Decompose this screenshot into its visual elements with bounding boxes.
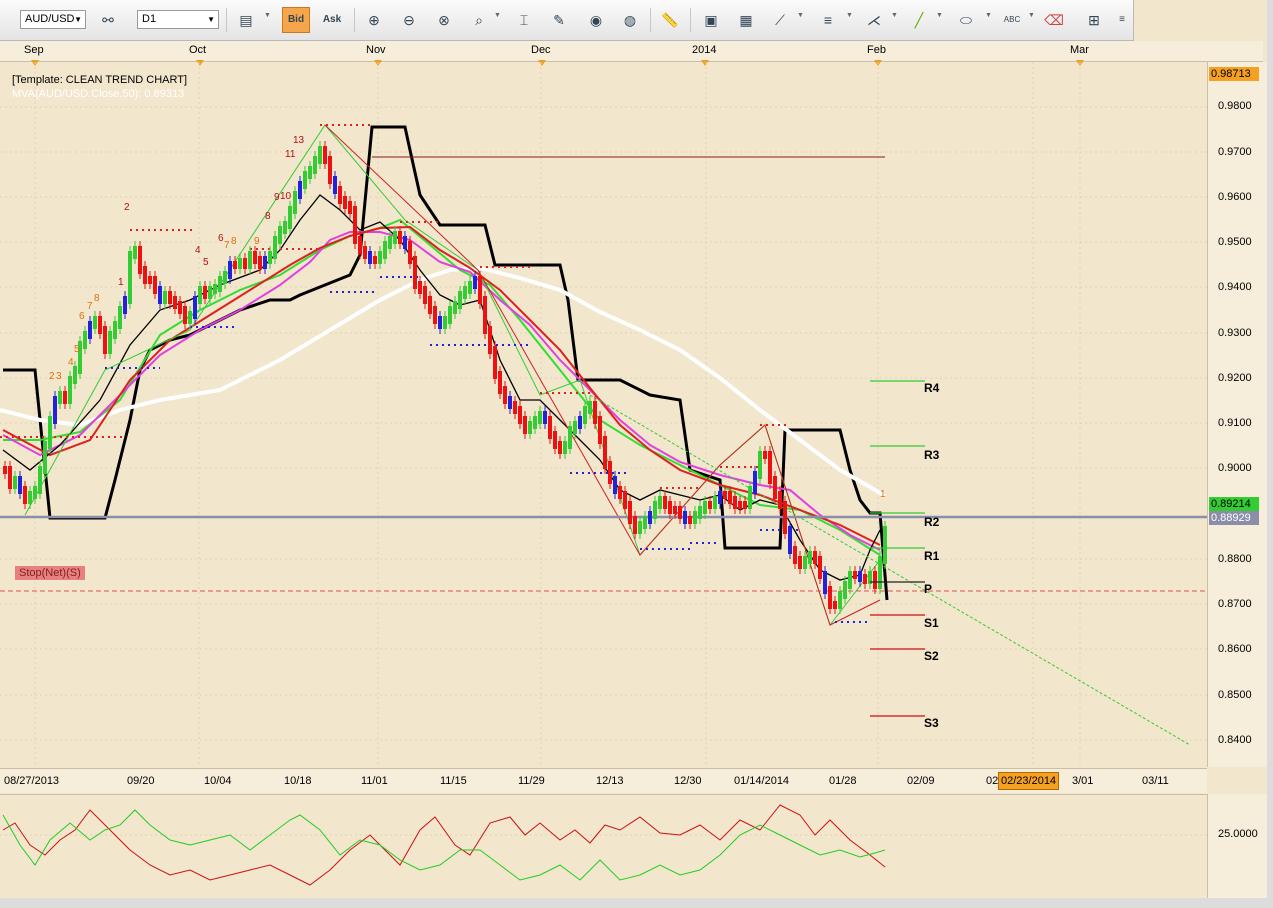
count-label: 10	[280, 191, 292, 202]
price-tick: 0.9100	[1218, 417, 1252, 429]
count-label: 2	[49, 371, 55, 382]
count-label: 9	[254, 236, 260, 247]
pivot-label-s3: S3	[924, 716, 939, 730]
count-label: 5	[74, 344, 80, 355]
count-label: 7	[87, 301, 93, 312]
date-tick: 10/04	[204, 775, 232, 787]
stop-order-label[interactable]: Stop(Net)(S)	[15, 566, 85, 580]
vertical-scrollbar[interactable]	[1267, 0, 1273, 908]
price-tick: 0.9400	[1218, 281, 1252, 293]
price-high-marker: 0.98713	[1209, 67, 1259, 81]
count-label: 8	[231, 236, 237, 247]
count-label: 1	[880, 489, 886, 500]
date-tick: 08/27/2013	[4, 775, 60, 787]
price-tick: 0.8600	[1218, 643, 1252, 655]
pivot-label-r1: R1	[924, 549, 940, 563]
pivot-label-r4: R4	[924, 381, 940, 395]
date-tick: 12/13	[596, 775, 624, 787]
pivot-label-s2: S2	[924, 649, 939, 663]
price-tick: 0.9300	[1218, 327, 1252, 339]
date-tick: 09/20	[127, 775, 155, 787]
oscillator-panel[interactable]	[0, 794, 1207, 899]
price-tick: 0.9700	[1218, 146, 1252, 158]
price-tick: 0.8800	[1218, 553, 1252, 565]
date-tick: 02	[986, 775, 999, 787]
price-tick: 0.9800	[1218, 100, 1252, 112]
price-tick: 0.9200	[1218, 372, 1252, 384]
count-label: 6	[218, 233, 224, 244]
count-label: 4	[68, 357, 74, 368]
date-tick: 02/09	[907, 775, 935, 787]
pivot-label-r2: R2	[924, 515, 940, 529]
count-label: 7	[224, 240, 230, 251]
price-tick: 0.9600	[1218, 191, 1252, 203]
date-tick: 3/01	[1072, 775, 1094, 787]
oscillator-level-label: 25.0000	[1218, 828, 1258, 840]
price-tick: 0.9000	[1218, 462, 1252, 474]
count-label: 3	[56, 371, 62, 382]
count-label: 2	[124, 202, 130, 213]
oscillator-axis: 25.0000	[1207, 794, 1268, 898]
date-tick: 01/14/2014	[734, 775, 790, 787]
date-tick: 11/15	[440, 775, 467, 787]
count-label: 1	[118, 277, 124, 288]
date-tick: 12/30	[674, 775, 702, 787]
cursor-date-marker: 02/23/2014	[998, 772, 1060, 790]
count-label: 13	[293, 135, 305, 146]
count-label: 11	[285, 149, 296, 160]
price-tick: 0.9500	[1218, 236, 1252, 248]
pivot-label-s1: S1	[924, 616, 939, 630]
count-label: 8	[94, 293, 100, 304]
price-axis[interactable]: 0.9800 0.9700 0.9600 0.9500 0.9400 0.930…	[1207, 62, 1268, 767]
count-label: 5	[203, 257, 209, 268]
current-bid-marker: 0.89214	[1209, 497, 1259, 511]
date-tick: 03/11	[1142, 775, 1169, 787]
count-label: 8	[265, 211, 271, 222]
count-label: 4	[195, 245, 201, 256]
date-tick: 10/18	[284, 775, 312, 787]
date-tick: 11/01	[361, 775, 388, 787]
date-tick: 01/28	[829, 775, 857, 787]
price-tick: 0.8500	[1218, 689, 1252, 701]
price-tick: 0.8700	[1218, 598, 1252, 610]
date-axis[interactable]: 08/27/2013 09/20 10/04 10/18 11/01 11/15…	[0, 768, 1207, 793]
pivot-label-r3: R3	[924, 448, 940, 462]
pivot-label-p: P	[924, 582, 933, 596]
template-label: [Template: CLEAN TREND CHART]	[12, 74, 188, 86]
price-line-marker: 0.88929	[1209, 511, 1259, 525]
price-tick: 0.8400	[1218, 734, 1252, 746]
date-tick: 11/29	[518, 775, 545, 787]
horizontal-scrollbar[interactable]	[0, 898, 1267, 908]
ma-label: MVA(AUD/USD.Close,50): 0.89313	[12, 88, 185, 100]
count-label: 6	[79, 311, 85, 322]
